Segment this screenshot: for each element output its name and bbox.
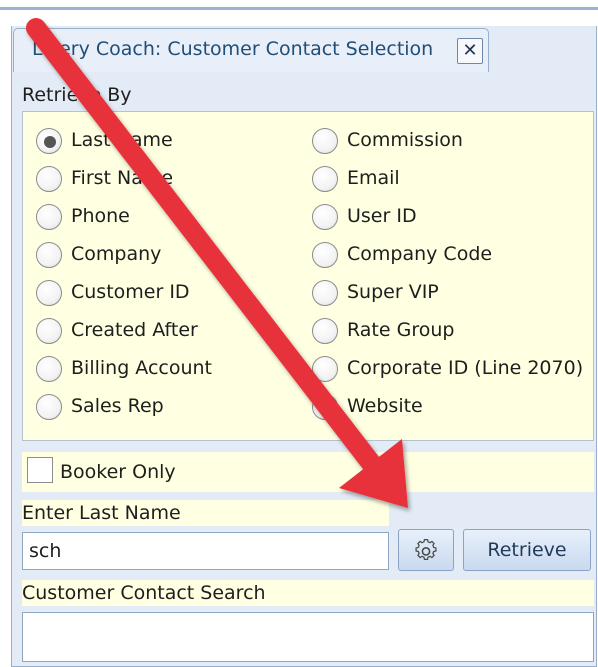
customer-contact-search-label: Customer Contact Search <box>22 582 266 604</box>
radio-circle <box>36 242 62 268</box>
radio-selected-dot <box>44 136 56 148</box>
window-top-border <box>0 0 598 10</box>
retrieve-by-label: Retrieve By <box>22 84 132 106</box>
radio-circle <box>312 394 338 420</box>
radio-label: Phone <box>71 205 130 227</box>
radio-circle <box>36 166 62 192</box>
gear-icon <box>415 538 437 560</box>
radio-circle <box>312 280 338 306</box>
radio-label: Company <box>71 243 162 265</box>
radio-circle <box>36 280 62 306</box>
radio-circle <box>312 128 338 154</box>
radio-label: Company Code <box>347 243 493 265</box>
radio-label: Corporate ID (Line 2070) <box>347 357 584 379</box>
radio-label: Billing Account <box>71 357 213 379</box>
radio-label: Sales Rep <box>71 395 164 417</box>
tab-title: Livery Coach: Customer Contact Selection <box>32 38 434 60</box>
retrieve-button[interactable]: Retrieve <box>463 529 591 571</box>
enter-last-name-label: Enter Last Name <box>22 502 181 524</box>
radio-label: Last Name <box>71 129 173 151</box>
tab-close-button[interactable]: ✕ <box>457 38 483 64</box>
radio-label: Email <box>347 167 400 189</box>
radio-circle <box>312 242 338 268</box>
radio-circle <box>36 318 62 344</box>
radio-circle <box>312 166 338 192</box>
radio-circle <box>312 204 338 230</box>
radio-circle <box>36 356 62 382</box>
radio-circle <box>36 204 62 230</box>
radio-label: Rate Group <box>347 319 455 341</box>
radio-label: Created After <box>71 319 198 341</box>
retrieve-by-group: Last Name First Name Phone Company Custo… <box>22 111 594 441</box>
radio-label: Website <box>347 395 423 417</box>
tab-customer-contact-selection[interactable]: Livery Coach: Customer Contact Selection… <box>13 28 489 72</box>
radio-label: Commission <box>347 129 463 151</box>
booker-only-checkbox[interactable] <box>27 457 53 483</box>
radio-circle <box>312 356 338 382</box>
radio-label: Super VIP <box>347 281 439 303</box>
radio-label: User ID <box>347 205 417 227</box>
radio-circle <box>36 128 62 154</box>
radio-label: Customer ID <box>71 281 190 303</box>
last-name-input[interactable] <box>22 532 389 570</box>
settings-button[interactable] <box>398 529 454 571</box>
radio-circle <box>36 394 62 420</box>
results-list[interactable] <box>22 612 594 662</box>
radio-label: First Name <box>71 167 174 189</box>
radio-circle <box>312 318 338 344</box>
booker-only-label: Booker Only <box>60 461 176 483</box>
